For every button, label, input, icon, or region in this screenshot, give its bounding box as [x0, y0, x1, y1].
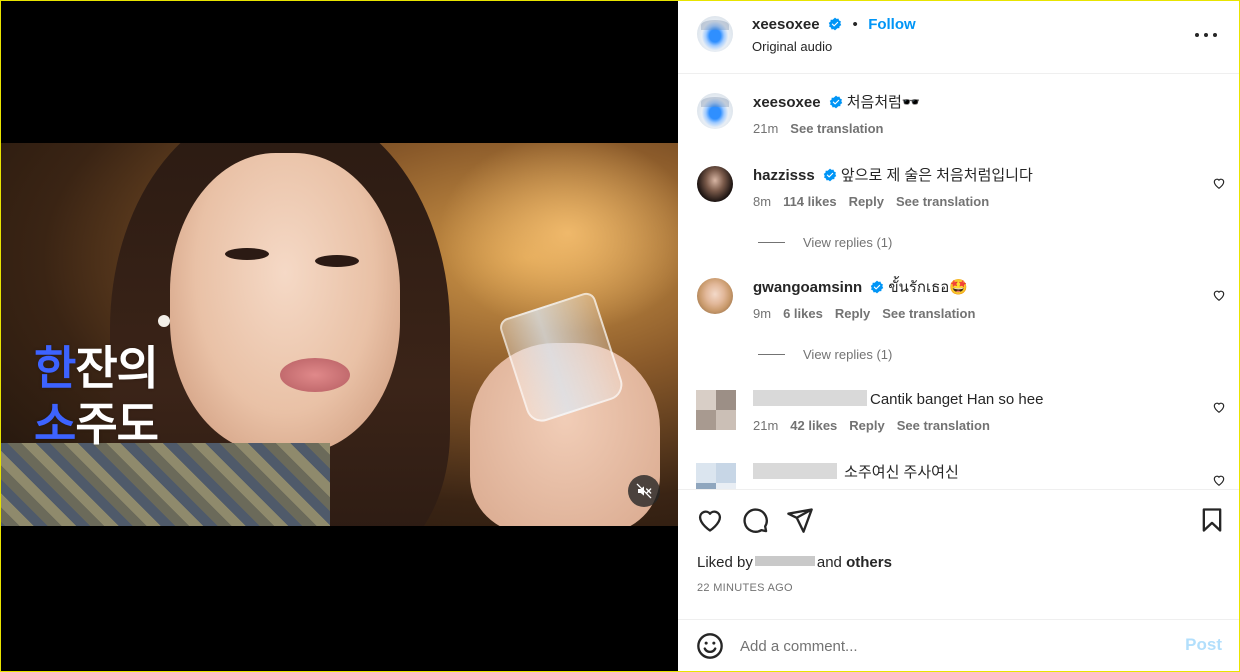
post-side-panel: xeesoxee • Follow Original audio xeesoxe… — [678, 0, 1240, 672]
emoji-icon[interactable] — [696, 632, 724, 660]
comment-likes-count[interactable]: 114 likes — [783, 194, 837, 209]
see-translation-button[interactable]: See translation — [897, 418, 990, 433]
share-icon[interactable] — [786, 506, 814, 534]
avatar[interactable] — [696, 463, 736, 489]
liked-by-summary: Liked by and others — [697, 554, 892, 571]
header-username[interactable]: xeesoxee — [752, 16, 820, 33]
blurred-username[interactable] — [754, 556, 815, 566]
bookmark-icon[interactable] — [1198, 506, 1226, 534]
avatar[interactable] — [697, 166, 733, 202]
verified-badge-icon — [828, 17, 842, 31]
heart-icon[interactable] — [1212, 400, 1226, 414]
verified-badge-icon — [823, 168, 837, 182]
heart-icon[interactable] — [1212, 473, 1226, 487]
reply-button[interactable]: Reply — [835, 306, 870, 321]
heart-icon[interactable] — [696, 506, 724, 534]
comment-text: Cantik banget Han so hee — [870, 391, 1044, 408]
post-button[interactable]: Post — [1185, 635, 1222, 655]
video-overlay-title: 한잔의 소주도 — [34, 341, 159, 451]
heart-icon[interactable] — [1212, 288, 1226, 302]
video-player[interactable]: 한잔의 소주도 — [0, 0, 678, 672]
original-audio-link[interactable]: Original audio — [752, 39, 832, 54]
post-timestamp: 22 MINUTES AGO — [697, 582, 793, 594]
verified-badge-icon — [870, 280, 884, 294]
comment-text: 앞으로 제 술은 처음처럼입니다 — [840, 167, 1033, 184]
comment-composer: Post — [678, 619, 1240, 672]
comment-time: 8m — [753, 194, 772, 209]
heart-icon[interactable] — [1212, 176, 1226, 190]
others-link[interactable]: others — [846, 554, 892, 571]
see-translation-button[interactable]: See translation — [790, 121, 883, 136]
comment-likes-count[interactable]: 42 likes — [790, 418, 837, 433]
comment-username[interactable]: hazzisss — [753, 167, 815, 184]
avatar[interactable] — [697, 278, 733, 314]
blurred-username[interactable] — [753, 390, 867, 406]
post-header: xeesoxee • Follow Original audio — [678, 0, 1240, 74]
comments-list[interactable]: xeesoxee 처음처럼🕶️ 21m See translation hazz… — [678, 75, 1240, 489]
view-replies-button[interactable]: View replies (1) — [758, 347, 892, 362]
verified-badge-icon — [829, 95, 843, 109]
avatar[interactable] — [697, 16, 733, 52]
more-horizontal-icon[interactable] — [1194, 30, 1218, 40]
video-frame[interactable] — [0, 143, 678, 526]
comment-time: 9m — [753, 306, 772, 321]
avatar[interactable] — [697, 93, 733, 129]
blurred-username[interactable] — [753, 463, 837, 479]
see-translation-button[interactable]: See translation — [896, 194, 989, 209]
comment-text: 소주여신 주사여신 — [844, 464, 959, 481]
caption-time: 21m — [753, 121, 779, 136]
comment-likes-count[interactable]: 6 likes — [783, 306, 823, 321]
reply-button[interactable]: Reply — [849, 194, 884, 209]
view-replies-button[interactable]: View replies (1) — [758, 235, 892, 250]
see-translation-button[interactable]: See translation — [882, 306, 975, 321]
caption-username[interactable]: xeesoxee — [753, 94, 821, 111]
avatar[interactable] — [696, 390, 736, 430]
comment-username[interactable]: gwangoamsinn — [753, 279, 862, 296]
follow-button[interactable]: Follow — [868, 16, 916, 33]
separator-dot: • — [852, 16, 858, 33]
comment-text: ขั้นรักเธอ🤩 — [888, 279, 968, 296]
comment-icon[interactable] — [741, 506, 769, 534]
caption-text: 처음처럼🕶️ — [846, 94, 921, 111]
comment-time: 21m — [753, 418, 779, 433]
post-actions: Liked by and others 22 MINUTES AGO — [678, 489, 1240, 619]
comment-input[interactable] — [740, 632, 1160, 660]
speaker-muted-icon — [636, 483, 652, 499]
mute-toggle-button[interactable] — [628, 475, 660, 507]
reply-button[interactable]: Reply — [849, 418, 884, 433]
